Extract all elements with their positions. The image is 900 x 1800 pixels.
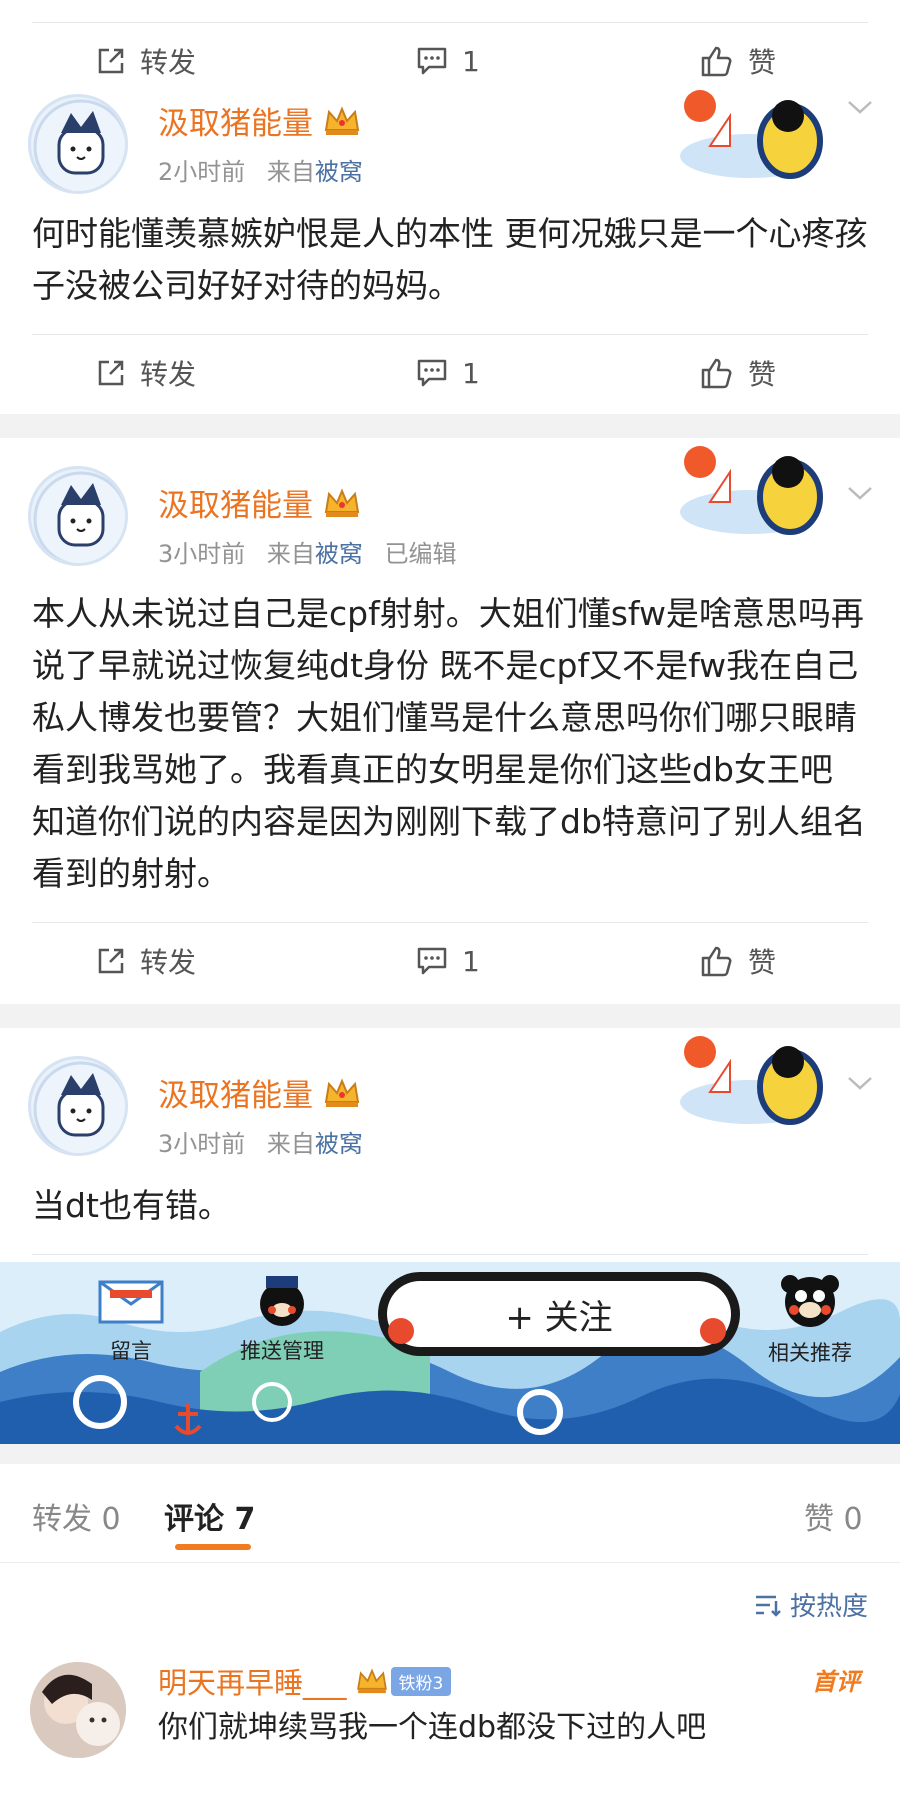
follow-button[interactable]: + 关注 bbox=[378, 1272, 740, 1356]
comment-icon bbox=[417, 947, 447, 975]
crown-icon bbox=[356, 1668, 387, 1694]
like-button[interactable]: 赞 bbox=[700, 926, 776, 996]
divider bbox=[32, 922, 868, 923]
comment-button[interactable]: 1 bbox=[416, 26, 480, 96]
comment-button[interactable]: 1 bbox=[416, 338, 480, 408]
post-time: 2小时前 bbox=[158, 158, 246, 186]
avatar[interactable] bbox=[28, 94, 128, 194]
edited-label[interactable]: 已编辑 bbox=[385, 540, 457, 568]
post-actions: 转发 1 赞 bbox=[0, 338, 900, 408]
crown-icon bbox=[324, 1077, 360, 1107]
source-link[interactable]: 被窝 bbox=[315, 540, 363, 568]
comment-icon bbox=[417, 359, 447, 387]
detail-tabs: 转发 0 评论 7 赞 0 bbox=[0, 1464, 900, 1562]
post-card: 汲取猪能量 3小时前 来自被窝 当dt也有错。 bbox=[0, 1028, 900, 1262]
comment-icon bbox=[417, 47, 447, 75]
sort-button[interactable]: 按热度 bbox=[754, 1586, 868, 1623]
post-text: 本人从未说过自己是cpf射射。大姐们懂sfw是啥意思吗再说了早就说过恢复纯dt身… bbox=[32, 594, 866, 893]
like-label: 赞 bbox=[748, 358, 777, 391]
comment-section: 按热度 明天再早睡___ 铁粉3 首评 你们就坤续骂我一个连db都没下过的人吧 bbox=[0, 1562, 900, 1800]
chevron-down-icon[interactable] bbox=[846, 484, 874, 502]
post-time: 3小时前 bbox=[158, 540, 246, 568]
post-text: 当dt也有错。 bbox=[32, 1186, 231, 1225]
like-label: 赞 bbox=[748, 46, 777, 79]
repost-label: 转发 bbox=[140, 358, 197, 391]
active-tab-indicator bbox=[175, 1544, 251, 1550]
repost-button[interactable]: 转发 bbox=[96, 926, 196, 996]
divider bbox=[32, 1254, 868, 1255]
like-icon bbox=[701, 358, 732, 389]
tab-likes[interactable]: 赞 0 bbox=[804, 1494, 863, 1538]
source-link[interactable]: 被窝 bbox=[315, 1130, 363, 1158]
repost-button[interactable]: 转发 bbox=[96, 338, 196, 408]
post-text: 何时能懂羡慕嫉妒恨是人的本性 更何况娥只是一个心疼孩子没被公司好好对待的妈妈。 bbox=[32, 214, 868, 305]
related-label: 相关推荐 bbox=[768, 1341, 852, 1365]
post-actions: 转发 1 赞 bbox=[0, 926, 900, 996]
post-meta: 3小时前 来自被窝 bbox=[158, 1124, 363, 1159]
decor-dot bbox=[700, 1318, 726, 1344]
chevron-down-icon[interactable] bbox=[846, 98, 874, 116]
bear-icon bbox=[260, 1276, 304, 1326]
tab-comments[interactable]: 评论 7 bbox=[164, 1494, 255, 1538]
username[interactable]: 汲取猪能量 bbox=[158, 480, 361, 525]
sort-label: 按热度 bbox=[789, 1592, 868, 1622]
share-icon bbox=[98, 948, 124, 974]
message-button[interactable]: 留言 bbox=[76, 1272, 186, 1365]
source-link[interactable]: 被窝 bbox=[315, 158, 363, 186]
push-settings-button[interactable]: 推送管理 bbox=[222, 1270, 342, 1365]
like-icon bbox=[701, 46, 732, 77]
crown-icon bbox=[324, 487, 360, 517]
crown-icon bbox=[324, 105, 360, 135]
comment-text: 你们就坤续骂我一个连db都没下过的人吧 bbox=[158, 1710, 707, 1745]
first-comment-tag: 首评 bbox=[812, 1668, 860, 1696]
post-card: 汲取猪能量 2小时前 来自被窝 何时能懂羡慕嫉妒恨是人的本性 更何况娥只是一个心… bbox=[0, 88, 900, 414]
card-decoration bbox=[680, 1036, 823, 1125]
comment-count: 1 bbox=[462, 944, 480, 978]
source-prefix: 来自 bbox=[266, 1130, 315, 1158]
related-button[interactable]: 相关推荐 bbox=[750, 1270, 870, 1367]
like-label: 赞 bbox=[748, 946, 777, 979]
like-button[interactable]: 赞 bbox=[700, 338, 776, 408]
post-meta: 2小时前 来自被窝 bbox=[158, 152, 363, 187]
sort-icon bbox=[755, 1595, 781, 1617]
repost-label: 转发 bbox=[140, 946, 197, 979]
avatar[interactable] bbox=[28, 1056, 128, 1156]
share-icon bbox=[98, 48, 124, 74]
comment-count: 1 bbox=[462, 356, 480, 390]
username[interactable]: 汲取猪能量 bbox=[158, 98, 361, 143]
source-prefix: 来自 bbox=[266, 158, 315, 186]
post-card: 汲取猪能量 3小时前 来自被窝 已编辑 本人从未说过自己是cpf射射。大姐们懂s… bbox=[0, 438, 900, 1004]
like-icon bbox=[701, 946, 732, 977]
comment-count: 1 bbox=[462, 44, 480, 78]
commenter-avatar[interactable] bbox=[30, 1662, 126, 1758]
share-icon bbox=[98, 360, 124, 386]
envelope-icon bbox=[98, 1280, 164, 1324]
push-label: 推送管理 bbox=[240, 1339, 324, 1363]
repost-label: 转发 bbox=[140, 46, 197, 79]
message-label: 留言 bbox=[110, 1339, 152, 1363]
repost-button[interactable]: 转发 bbox=[96, 26, 196, 96]
follow-label: + 关注 bbox=[505, 1297, 613, 1338]
tab-repost[interactable]: 转发 0 bbox=[32, 1494, 121, 1538]
avatar[interactable] bbox=[28, 466, 128, 566]
divider bbox=[0, 1562, 900, 1563]
card-decoration bbox=[680, 446, 823, 535]
divider bbox=[32, 22, 868, 23]
comment-button[interactable]: 1 bbox=[416, 926, 480, 996]
bear-face-icon bbox=[781, 1275, 839, 1327]
chevron-down-icon[interactable] bbox=[846, 1074, 874, 1092]
card-decoration bbox=[680, 90, 823, 179]
source-prefix: 来自 bbox=[266, 540, 315, 568]
previous-post-footer: 转发 1 赞 bbox=[0, 0, 900, 88]
decor-dot bbox=[388, 1318, 414, 1344]
post-time: 3小时前 bbox=[158, 1130, 246, 1158]
commenter-name[interactable]: 明天再早睡___ 铁粉3 bbox=[158, 1660, 452, 1702]
username[interactable]: 汲取猪能量 bbox=[158, 1070, 361, 1115]
post-meta: 3小时前 来自被窝 已编辑 bbox=[158, 534, 457, 569]
divider bbox=[32, 334, 868, 335]
fan-badge: 铁粉3 bbox=[390, 1666, 452, 1696]
